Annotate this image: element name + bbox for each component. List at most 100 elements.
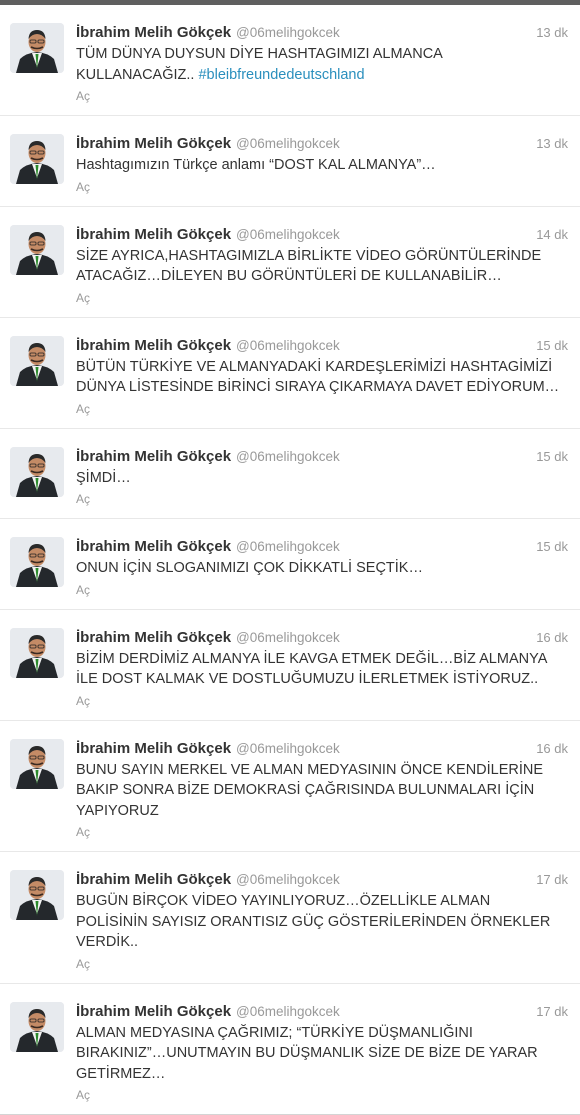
tweet-item[interactable]: İbrahim Melih Gökçek @06melihgokcek 15 dk… — [0, 519, 580, 610]
expand-link[interactable]: Aç — [76, 289, 568, 307]
profile-photo-icon — [10, 739, 64, 789]
user-fullname[interactable]: İbrahim Melih Gökçek — [76, 24, 231, 41]
tweet-item[interactable]: İbrahim Melih Gökçek @06melihgokcek 17 dk… — [0, 852, 580, 984]
tweet-header: İbrahim Melih Gökçek @06melihgokcek — [76, 224, 568, 246]
tweet-item[interactable]: İbrahim Melih Gökçek @06melihgokcek 15 dk… — [0, 429, 580, 520]
user-handle[interactable]: @06melihgokcek — [236, 227, 340, 242]
tweet-item[interactable]: İbrahim Melih Gökçek @06melihgokcek 14 dk… — [0, 207, 580, 318]
tweet-header: İbrahim Melih Gökçek @06melihgokcek — [76, 536, 568, 558]
profile-photo-icon — [10, 134, 64, 184]
tweet-text: ONUN İÇİN SLOGANIMIZI ÇOK DİKKATLİ SEÇTİ… — [76, 558, 568, 579]
tweet-text-body: Hashtagımızın Türkçe anlamı “DOST KAL AL… — [76, 157, 436, 173]
avatar[interactable] — [10, 134, 64, 184]
avatar[interactable] — [10, 225, 64, 275]
avatar[interactable] — [10, 447, 64, 497]
expand-link[interactable]: Aç — [76, 178, 568, 196]
tweet-timestamp[interactable]: 13 dk — [536, 22, 568, 44]
profile-photo-icon — [10, 870, 64, 920]
tweet-header: İbrahim Melih Gökçek @06melihgokcek — [76, 133, 568, 155]
tweet-timestamp[interactable]: 15 dk — [536, 335, 568, 357]
tweet-item[interactable]: İbrahim Melih Gökçek @06melihgokcek 13 dk… — [0, 5, 580, 116]
expand-link[interactable]: Aç — [76, 400, 568, 418]
expand-link[interactable]: Aç — [76, 581, 568, 599]
user-fullname[interactable]: İbrahim Melih Gökçek — [76, 740, 231, 757]
tweet-text-body: ONUN İÇİN SLOGANIMIZI ÇOK DİKKATLİ SEÇTİ… — [76, 560, 423, 576]
profile-photo-icon — [10, 628, 64, 678]
hashtag-link[interactable]: #bleibfreundedeutschland — [198, 67, 364, 83]
user-handle[interactable]: @06melihgokcek — [236, 136, 340, 151]
tweet-text-body: ALMAN MEDYASINA ÇAĞRIMIZ; “TÜRKİYE DÜŞMA… — [76, 1025, 538, 1082]
user-handle[interactable]: @06melihgokcek — [236, 449, 340, 464]
tweet-header: İbrahim Melih Gökçek @06melihgokcek — [76, 446, 568, 468]
tweet-text: BUGÜN BİRÇOK VİDEO YAYINLIYORUZ…ÖZELLİKL… — [76, 891, 568, 953]
user-handle[interactable]: @06melihgokcek — [236, 741, 340, 756]
tweet-text: TÜM DÜNYA DUYSUN DİYE HASHTAGIMIZI ALMAN… — [76, 44, 568, 85]
tweet-text-body: BUNU SAYIN MERKEL VE ALMAN MEDYASININ ÖN… — [76, 762, 543, 819]
tweet-text-body: BÜTÜN TÜRKİYE VE ALMANYADAKİ KARDEŞLERİM… — [76, 359, 559, 396]
tweet-timeline: İbrahim Melih Gökçek @06melihgokcek 13 dk… — [0, 5, 580, 1115]
tweet-text: SİZE AYRICA,HASHTAGIMIZLA BİRLİKTE VİDEO… — [76, 246, 568, 287]
user-fullname[interactable]: İbrahim Melih Gökçek — [76, 538, 231, 555]
expand-link[interactable]: Aç — [76, 1086, 568, 1104]
user-fullname[interactable]: İbrahim Melih Gökçek — [76, 226, 231, 243]
profile-photo-icon — [10, 225, 64, 275]
tweet-header: İbrahim Melih Gökçek @06melihgokcek — [76, 1001, 568, 1023]
tweet-timestamp[interactable]: 15 dk — [536, 446, 568, 468]
avatar[interactable] — [10, 537, 64, 587]
tweet-text: BİZİM DERDİMİZ ALMANYA İLE KAVGA ETMEK D… — [76, 649, 568, 690]
user-handle[interactable]: @06melihgokcek — [236, 1004, 340, 1019]
tweet-header: İbrahim Melih Gökçek @06melihgokcek — [76, 335, 568, 357]
avatar[interactable] — [10, 336, 64, 386]
user-handle[interactable]: @06melihgokcek — [236, 539, 340, 554]
tweet-timestamp[interactable]: 13 dk — [536, 133, 568, 155]
profile-photo-icon — [10, 1002, 64, 1052]
tweet-timestamp[interactable]: 17 dk — [536, 869, 568, 891]
avatar[interactable] — [10, 739, 64, 789]
avatar[interactable] — [10, 23, 64, 73]
tweet-item[interactable]: İbrahim Melih Gökçek @06melihgokcek 17 dk… — [0, 984, 580, 1115]
tweet-text-body: ŞİMDİ… — [76, 470, 131, 486]
expand-link[interactable]: Aç — [76, 87, 568, 105]
user-fullname[interactable]: İbrahim Melih Gökçek — [76, 629, 231, 646]
tweet-text: ŞİMDİ… — [76, 468, 568, 489]
tweet-text-body: SİZE AYRICA,HASHTAGIMIZLA BİRLİKTE VİDEO… — [76, 248, 541, 285]
user-fullname[interactable]: İbrahim Melih Gökçek — [76, 871, 231, 888]
tweet-item[interactable]: İbrahim Melih Gökçek @06melihgokcek 15 dk… — [0, 318, 580, 429]
tweet-timestamp[interactable]: 16 dk — [536, 738, 568, 760]
user-fullname[interactable]: İbrahim Melih Gökçek — [76, 135, 231, 152]
tweet-item[interactable]: İbrahim Melih Gökçek @06melihgokcek 13 dk… — [0, 116, 580, 207]
tweet-text: BUNU SAYIN MERKEL VE ALMAN MEDYASININ ÖN… — [76, 760, 568, 822]
user-handle[interactable]: @06melihgokcek — [236, 872, 340, 887]
profile-photo-icon — [10, 537, 64, 587]
user-fullname[interactable]: İbrahim Melih Gökçek — [76, 1003, 231, 1020]
user-handle[interactable]: @06melihgokcek — [236, 630, 340, 645]
expand-link[interactable]: Aç — [76, 955, 568, 973]
avatar[interactable] — [10, 1002, 64, 1052]
tweet-header: İbrahim Melih Gökçek @06melihgokcek — [76, 869, 568, 891]
tweet-text: ALMAN MEDYASINA ÇAĞRIMIZ; “TÜRKİYE DÜŞMA… — [76, 1023, 568, 1085]
tweet-header: İbrahim Melih Gökçek @06melihgokcek — [76, 738, 568, 760]
tweet-text: BÜTÜN TÜRKİYE VE ALMANYADAKİ KARDEŞLERİM… — [76, 357, 568, 398]
tweet-timestamp[interactable]: 14 dk — [536, 224, 568, 246]
tweet-text: Hashtagımızın Türkçe anlamı “DOST KAL AL… — [76, 155, 568, 176]
profile-photo-icon — [10, 336, 64, 386]
avatar[interactable] — [10, 870, 64, 920]
user-fullname[interactable]: İbrahim Melih Gökçek — [76, 448, 231, 465]
tweet-header: İbrahim Melih Gökçek @06melihgokcek — [76, 627, 568, 649]
tweet-header: İbrahim Melih Gökçek @06melihgokcek — [76, 22, 568, 44]
tweet-timestamp[interactable]: 16 dk — [536, 627, 568, 649]
expand-link[interactable]: Aç — [76, 490, 568, 508]
expand-link[interactable]: Aç — [76, 823, 568, 841]
expand-link[interactable]: Aç — [76, 692, 568, 710]
tweet-text-body: BUGÜN BİRÇOK VİDEO YAYINLIYORUZ…ÖZELLİKL… — [76, 893, 550, 950]
user-handle[interactable]: @06melihgokcek — [236, 25, 340, 40]
tweet-text-body: BİZİM DERDİMİZ ALMANYA İLE KAVGA ETMEK D… — [76, 651, 547, 688]
user-handle[interactable]: @06melihgokcek — [236, 338, 340, 353]
tweet-timestamp[interactable]: 15 dk — [536, 536, 568, 558]
avatar[interactable] — [10, 628, 64, 678]
tweet-timestamp[interactable]: 17 dk — [536, 1001, 568, 1023]
tweet-item[interactable]: İbrahim Melih Gökçek @06melihgokcek 16 dk… — [0, 721, 580, 853]
tweet-item[interactable]: İbrahim Melih Gökçek @06melihgokcek 16 dk… — [0, 610, 580, 721]
user-fullname[interactable]: İbrahim Melih Gökçek — [76, 337, 231, 354]
profile-photo-icon — [10, 447, 64, 497]
